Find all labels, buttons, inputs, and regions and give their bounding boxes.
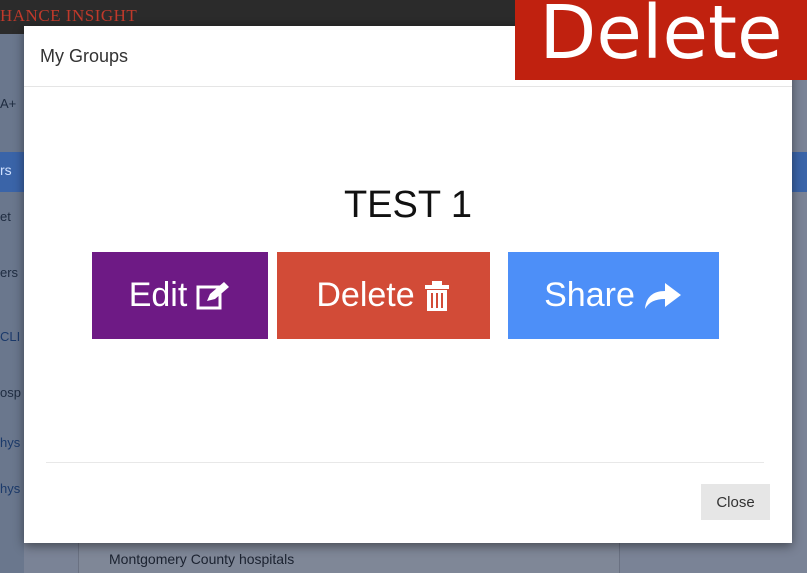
group-name: TEST 1 [343,184,473,226]
trash-icon [423,280,451,312]
sidebar-row[interactable]: hys [0,481,24,496]
sidebar-row[interactable]: CLI [0,329,24,344]
delete-button-label: Delete [316,276,415,314]
sidebar-row[interactable]: A+ [0,96,24,111]
edit-button[interactable]: Edit [92,252,268,339]
brand-logo-text: HANCE INSIGHT [0,6,138,25]
modal-title: My Groups [40,46,129,66]
modal-footer-divider [46,462,764,463]
share-arrow-icon [643,281,683,311]
share-button[interactable]: Share [508,252,719,339]
edit-icon [195,281,231,311]
sidebar-row[interactable]: ers [0,265,24,280]
sidebar-row[interactable]: et [0,209,24,224]
sidebar-row[interactable]: hys [0,435,24,450]
delete-button[interactable]: Delete [277,252,490,339]
my-groups-modal: My Groups TEST 1 Edit Delete Share Close [24,26,792,543]
delete-overlay-label: Delete [515,0,807,80]
close-button[interactable]: Close [701,484,770,520]
header-bar-text: rs [0,162,12,178]
edit-button-label: Edit [128,276,188,314]
list-item[interactable]: Montgomery County hospitals [109,551,294,567]
share-button-label: Share [544,276,635,314]
sidebar-row[interactable]: osp [0,385,24,400]
